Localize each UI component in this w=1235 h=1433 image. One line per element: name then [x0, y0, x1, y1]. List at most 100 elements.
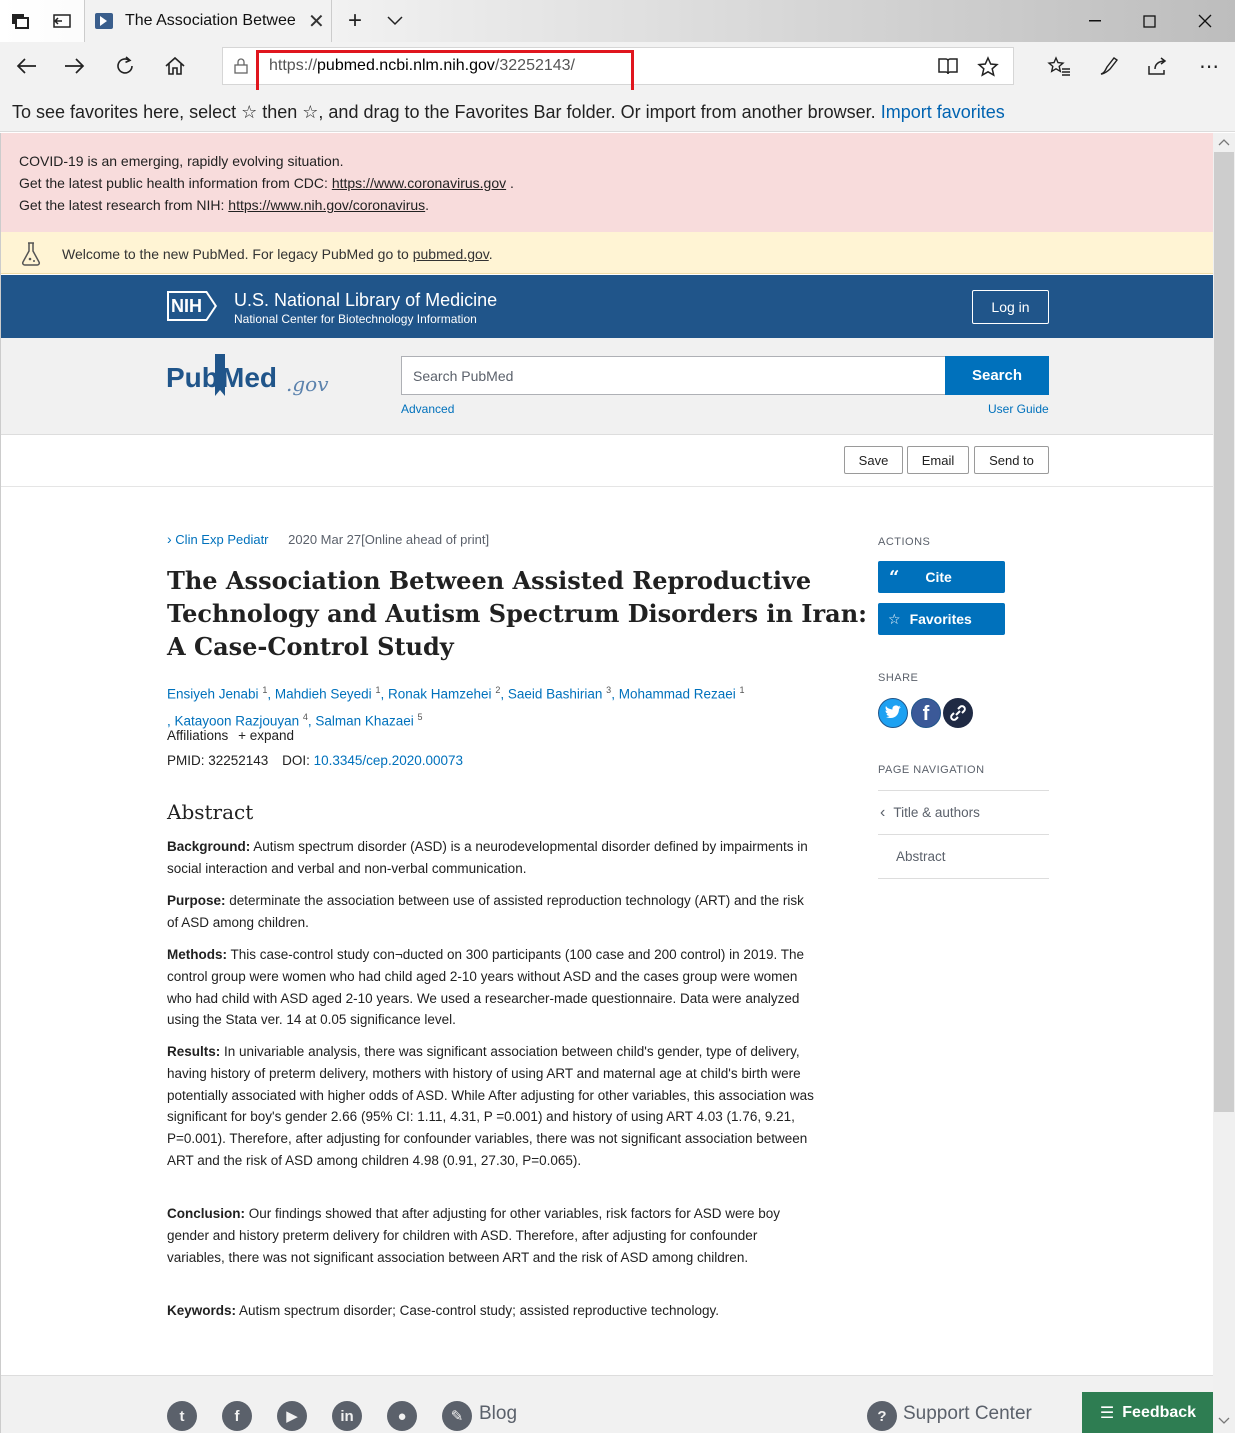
actions-heading: ACTIONS [878, 536, 931, 548]
support-center-link[interactable]: Support Center [903, 1403, 1032, 1425]
nav-abstract[interactable]: Abstract [878, 835, 1049, 879]
facebook-icon[interactable]: f [222, 1401, 252, 1431]
tab-title: The Association Betwee [125, 12, 296, 29]
cite-button[interactable]: “ Cite [878, 561, 1005, 593]
feedback-button[interactable]: ☰ Feedback [1082, 1392, 1213, 1433]
favorites-button[interactable]: ☆ Favorites [878, 603, 1005, 635]
search-input[interactable]: Search PubMed [401, 356, 946, 395]
share-icon[interactable] [1141, 50, 1175, 82]
feedback-chat-icon: ☰ [1099, 1405, 1115, 1422]
abstract-results: Results: In univariable analysis, there … [167, 1044, 814, 1168]
new-tab-icon[interactable]: + [343, 7, 367, 34]
page-nav-list: ‹ Title & authors Abstract [878, 790, 1049, 879]
page-footer: t f ▶ in ● ✎ Blog ? Support Center ☰ Feed… [1, 1375, 1213, 1433]
author-link[interactable]: Salman Khazaei [315, 713, 413, 728]
covid-line-2: Get the latest public health information… [19, 175, 332, 191]
twitter-share-icon[interactable] [878, 698, 908, 728]
blog-link[interactable]: Blog [479, 1403, 517, 1425]
blog-icon[interactable]: ✎ [442, 1401, 472, 1431]
set-tabs-aside-icon[interactable] [50, 9, 74, 33]
search-area: Pub Med .gov Search PubMed Search Advanc… [1, 338, 1213, 435]
covid-line-3: Get the latest research from NIH: [19, 197, 229, 213]
maximize-icon[interactable] [1121, 0, 1177, 42]
scroll-down-arrow-icon[interactable] [1218, 1417, 1230, 1425]
ncbi-subtitle: National Center for Biotechnology Inform… [234, 312, 477, 326]
refresh-icon[interactable] [108, 50, 142, 82]
cdc-link[interactable]: https://www.coronavirus.gov [332, 175, 506, 191]
journal-link[interactable]: › Clin Exp Pediatr [167, 531, 269, 547]
tab-list-chevron-icon[interactable] [383, 9, 407, 33]
article-toolbar: Save Email Send to [1, 435, 1213, 487]
author-link[interactable]: Ronak Hamzehei [388, 687, 492, 702]
email-button[interactable]: Email [907, 446, 969, 474]
import-favorites-link[interactable]: Import favorites [881, 102, 1005, 122]
reading-view-icon[interactable] [937, 57, 959, 76]
quote-icon: “ [889, 566, 900, 588]
pmid: PMID: 32252143 [167, 753, 269, 768]
favorites-hub-icon[interactable] [1042, 50, 1076, 82]
author-link[interactable]: Katayoon Razjouyan [175, 713, 300, 728]
publication-date: 2020 Mar 27[Online ahead of print] [288, 532, 490, 547]
linkedin-icon[interactable]: in [332, 1401, 362, 1431]
abstract-keywords: Keywords: Autism spectrum disorder; Case… [167, 1303, 719, 1318]
tab-actions-icon[interactable] [8, 9, 32, 33]
youtube-icon[interactable]: ▶ [277, 1401, 307, 1431]
nav-title-authors[interactable]: ‹ Title & authors [878, 791, 1049, 835]
permalink-share-icon[interactable] [943, 698, 973, 728]
favorites-bar-hint: To see favorites here, select ☆ then ☆, … [12, 102, 876, 122]
facebook-share-icon[interactable]: f [911, 698, 941, 728]
send-to-button[interactable]: Send to [974, 446, 1049, 474]
advanced-search-link[interactable]: Advanced [401, 402, 454, 416]
scrollbar-thumb[interactable] [1214, 152, 1234, 1112]
browser-title-bar: The Association Betwee ✕ + [0, 0, 1235, 42]
abstract-background: Background: Autism spectrum disorder (AS… [167, 839, 808, 876]
nih-header: NIH U.S. National Library of Medicine Na… [1, 275, 1213, 338]
scroll-up-arrow-icon[interactable] [1218, 138, 1230, 146]
expand-plus-icon: + [238, 728, 246, 743]
browser-tab[interactable]: The Association Betwee ✕ [84, 0, 332, 42]
legacy-banner: Welcome to the new PubMed. For legacy Pu… [1, 232, 1213, 274]
twitter-icon[interactable]: t [167, 1401, 197, 1431]
author-link[interactable]: Saeid Bashirian [508, 687, 603, 702]
covid-line-1: COVID-19 is an emerging, rapidly evolvin… [19, 153, 344, 169]
more-menu-icon[interactable]: ⋯ [1192, 50, 1226, 82]
nih-coronavirus-link[interactable]: https://www.nih.gov/coronavirus [228, 197, 425, 213]
close-window-icon[interactable] [1177, 0, 1233, 42]
tab-close-icon[interactable]: ✕ [308, 9, 325, 34]
abstract-methods: Methods: This case-control study con¬duc… [167, 947, 804, 1028]
login-button[interactable]: Log in [972, 290, 1049, 324]
star-icon: ☆ [888, 610, 901, 627]
github-icon[interactable]: ● [387, 1401, 417, 1431]
add-favorite-star-icon[interactable] [977, 56, 999, 77]
web-page: COVID-19 is an emerging, rapidly evolvin… [0, 133, 1213, 1433]
abstract-conclusion: Conclusion: Our findings showed that aft… [167, 1206, 781, 1265]
abstract-purpose: Purpose: determinate the association bet… [167, 893, 804, 930]
back-icon[interactable] [9, 50, 43, 82]
journal-citation: › Clin Exp Pediatr 2020 Mar 27[Online ah… [167, 531, 489, 547]
author-link[interactable]: Mahdieh Seyedi [275, 687, 372, 702]
minimize-icon[interactable] [1067, 0, 1123, 42]
affiliations-toggle[interactable]: Affiliations + expand [167, 728, 294, 743]
nlm-title[interactable]: U.S. National Library of Medicine [234, 290, 497, 311]
identifiers: PMID: 32252143 DOI: 10.3345/cep.2020.000… [167, 753, 464, 768]
covid-banner: COVID-19 is an emerging, rapidly evolvin… [1, 133, 1213, 232]
author-list: Ensiyeh Jenabi 1, Mahdieh Seyedi 1, Rona… [167, 685, 745, 728]
pubmed-favicon-icon [95, 13, 113, 29]
support-question-icon[interactable]: ? [867, 1401, 897, 1431]
article-title: The Association Between Assisted Reprodu… [167, 566, 868, 661]
author-link[interactable]: Ensiyeh Jenabi [167, 687, 259, 702]
save-button[interactable]: Save [844, 446, 903, 474]
search-button[interactable]: Search [945, 356, 1049, 395]
user-guide-link[interactable]: User Guide [988, 402, 1049, 416]
author-link[interactable]: Mohammad Rezaei [619, 687, 736, 702]
forward-icon[interactable] [58, 50, 92, 82]
pubmed-bookmark-icon [215, 354, 225, 396]
home-icon[interactable] [158, 50, 192, 82]
pubmed-logo[interactable]: Pub Med .gov [166, 354, 336, 404]
nih-logo[interactable]: NIH [167, 289, 219, 323]
doi-link[interactable]: 10.3345/cep.2020.00073 [314, 753, 463, 768]
legacy-text: Welcome to the new PubMed. For legacy Pu… [62, 246, 413, 262]
lock-icon [234, 58, 248, 74]
legacy-pubmed-link[interactable]: pubmed.gov [413, 246, 489, 262]
pen-notes-icon[interactable] [1092, 50, 1126, 82]
